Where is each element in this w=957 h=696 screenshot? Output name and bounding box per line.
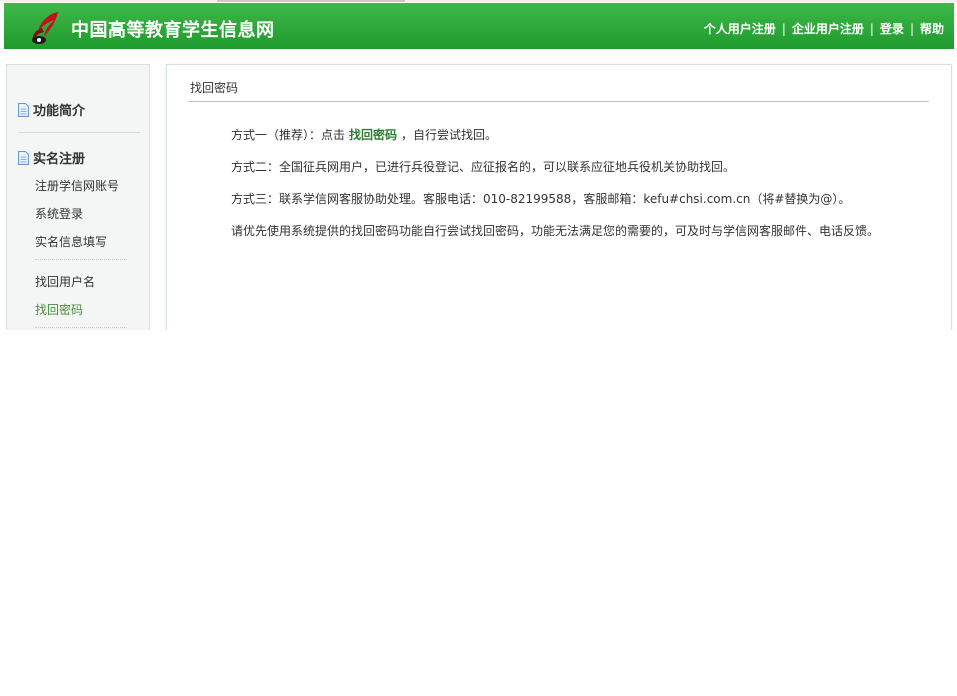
sidebar-section-label: 实名注册 [33, 152, 86, 167]
method-three: 方式三：联系学信网客服协助处理。客服电话：010-82199588，客服邮箱：k… [231, 192, 851, 206]
sidebar-item-find-username[interactable]: 找回用户名 [35, 273, 95, 290]
help-link[interactable]: 帮助 [920, 22, 944, 36]
nav-separator: | [781, 22, 786, 36]
sidebar-item-register[interactable]: 注册学信网账号 [35, 177, 119, 194]
method-one: 方式一（推荐）：点击 找回密码 ，自行尝试找回。 [231, 126, 497, 143]
sidebar-item-find-password[interactable]: 找回密码 [35, 301, 83, 318]
method-one-prefix: 方式一（推荐）：点击 [231, 128, 346, 142]
priority-note: 请优先使用系统提供的找回密码功能自行尝试找回密码，功能无法满足您的需要的，可及时… [231, 224, 880, 238]
top-nav: 个人用户注册 | 企业用户注册 | 登录 | 帮助 [704, 20, 944, 37]
sidebar-dotted-divider [35, 327, 127, 328]
nav-separator: | [869, 22, 874, 36]
top-border-segment [217, 0, 405, 2]
document-icon [18, 151, 29, 165]
login-link[interactable]: 登录 [880, 22, 904, 36]
method-two: 方式二：全国征兵网用户，已进行兵役登记、应征报名的，可以联系应征地兵役机关协助找… [231, 160, 736, 174]
sidebar-section-intro[interactable]: 功能简介 [18, 100, 85, 119]
sidebar-item-realname-info[interactable]: 实名信息填写 [35, 233, 107, 250]
document-icon [18, 103, 29, 117]
chsi-bird-logo-icon [32, 12, 58, 44]
site-title: 中国高等教育学生信息网 [71, 20, 275, 41]
site-header: 中国高等教育学生信息网 个人用户注册 | 企业用户注册 | 登录 | 帮助 [4, 3, 954, 49]
breadcrumb: 找回密码 [190, 81, 239, 95]
sidebar-dotted-divider [35, 259, 127, 260]
top-border [0, 0, 957, 2]
register-company-link[interactable]: 企业用户注册 [792, 22, 864, 36]
find-password-link[interactable]: 找回密码 [349, 128, 397, 142]
sidebar-divider [18, 132, 140, 133]
main-content: 找回密码 方式一（推荐）：点击 找回密码 ，自行尝试找回。 方式二：全国征兵网用户，… [166, 64, 952, 364]
blank-area [0, 330, 957, 696]
register-personal-link[interactable]: 个人用户注册 [704, 22, 776, 36]
breadcrumb-divider [188, 101, 929, 102]
method-one-suffix: ，自行尝试找回。 [401, 128, 498, 142]
sidebar-item-login[interactable]: 系统登录 [35, 205, 83, 222]
nav-separator: | [909, 22, 914, 36]
sidebar-section-label: 功能简介 [33, 104, 86, 119]
sidebar-section-realname[interactable]: 实名注册 [18, 148, 85, 167]
sidebar: 功能简介 实名注册 注册学信网账号 系统登录 实名信息填写 找回用户名 找回密码 [6, 64, 150, 364]
